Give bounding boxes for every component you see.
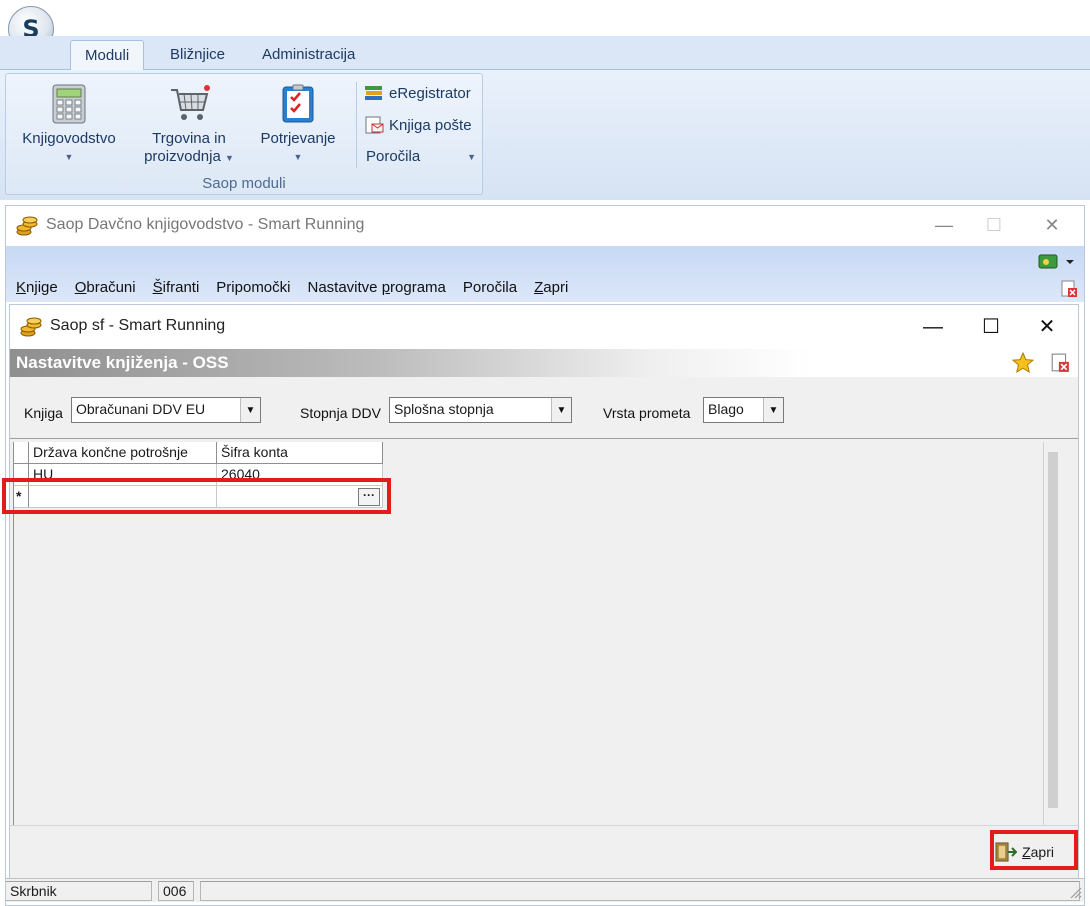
ribbon-group-label: Saop moduli [202,175,286,192]
trgovina-label: Trgovina in proizvodnja [144,130,226,165]
stopnja-ddv-value: Splošna stopnja [394,401,494,417]
potrjevanje-button[interactable]: Potrjevanje ▼ [256,84,340,166]
highlight-new-row [2,478,391,514]
coins-app-icon [20,317,42,337]
menu-obracuni[interactable]: Obračuni [75,279,136,296]
status-code: 006 [158,881,194,901]
chevron-down-icon: ▼ [224,153,234,163]
status-bar: Skrbnik 006 [6,878,1084,902]
tab-moduli[interactable]: Moduli [70,40,145,71]
shopping-cart-icon [171,85,210,120]
menu-knjige[interactable]: Knjige [16,279,58,296]
chevron-down-icon: ▼ [293,152,303,162]
maximize-icon[interactable]: ☐ [976,313,1006,343]
menu-zapri-text: apri [543,279,569,296]
ribbon-group-saop-moduli: Knjigovodstvo ▼ Trgovina in proizvodnja … [5,73,483,195]
vrsta-prometa-label: Vrsta prometa [603,405,691,421]
chevron-down-icon[interactable]: ▼ [763,398,783,422]
menu-zapri[interactable]: Zapri [534,279,568,296]
menu-nastavitve-programa[interactable]: Nastavitve programa [307,279,445,296]
menu-knjige-accel: K [16,279,27,296]
menu-porocila[interactable]: Poročila [463,279,517,296]
bottom-button-bar: Zapri [10,825,1078,885]
menu-sifranti-accel: Š [152,279,163,296]
potrjevanje-label: Potrjevanje [260,130,336,147]
main-menu-bar: Knjige Obračuni Šifranti Pripomočki Nast… [16,279,585,296]
outer-window: Saop Davčno knjigovodstvo - Smart Runnin… [5,205,1085,906]
coins-app-icon [16,216,38,236]
status-user: Skrbnik [6,881,152,901]
column-header-sifra-konta[interactable]: Šifra konta [217,442,383,464]
maximize-icon[interactable]: ☐ [980,212,1008,240]
ribbon-separator [356,82,357,168]
stopnja-ddv-select[interactable]: Splošna stopnja ▼ [389,397,572,423]
menu-pripomocki-text: Pripomočki [216,279,291,296]
menu-porocila-text: Poročila [462,279,518,296]
knjiga-label: Knjiga [24,405,63,421]
close-document-icon[interactable] [1060,280,1078,298]
inner-window-title: Saop sf - Smart Running [50,317,226,334]
tab-administracija[interactable]: Administracija [248,40,369,71]
vertical-scrollbar[interactable] [1043,442,1061,825]
knjiga-select[interactable]: Obračunani DDV EU ▼ [71,397,261,423]
vrsta-prometa-value: Blago [708,401,744,417]
menu-obracuni-accel: O [74,279,87,296]
inner-window: Saop sf - Smart Running — ☐ ✕ Nastavitve… [9,304,1079,885]
menu-sifranti-text: ifranti [162,279,200,296]
outer-window-title: Saop Davčno knjigovodstvo - Smart Runnin… [46,216,365,233]
form-title: Nastavitve knjiženja - OSS [16,353,229,372]
menu-sifranti[interactable]: Šifranti [153,279,200,296]
filter-row: Knjiga Obračunani DDV EU ▼ Stopnja DDV S… [10,377,1078,439]
scrollbar-thumb[interactable] [1048,452,1058,808]
knjiga-poste-button[interactable]: Knjiga pošte [364,116,472,134]
eregistrator-button[interactable]: eRegistrator [364,84,471,102]
outer-titlebar: Saop Davčno knjigovodstvo - Smart Runnin… [6,206,1084,246]
inner-titlebar: Saop sf - Smart Running — ☐ ✕ [10,305,1078,349]
trgovina-button[interactable]: Trgovina in proizvodnja ▼ [132,84,246,167]
chevron-down-icon[interactable]: ▼ [240,398,260,422]
chevron-down-icon: ▼ [467,151,476,162]
highlight-zapri-button [990,830,1078,870]
tab-bliznjice[interactable]: Bližnjice [156,40,239,71]
ribbon-body: Knjigovodstvo ▼ Trgovina in proizvodnja … [0,70,1090,200]
mail-book-icon [365,116,384,134]
outer-menu-band: Knjige Obračuni Šifranti Pripomočki Nast… [6,246,1084,302]
menu-nastavitve-text2: rograma [390,279,446,296]
knjigovodstvo-button[interactable]: Knjigovodstvo ▼ [14,84,124,166]
menu-zapri-accel: Z [534,279,544,296]
books-icon [365,86,382,100]
app-ribbon-area: S Moduli Bližnjice Administracija Knjigo… [0,0,1090,200]
column-header-drzava[interactable]: Država končne potrošnje [29,442,217,464]
close-icon[interactable]: ✕ [1038,212,1066,240]
knjigovodstvo-label: Knjigovodstvo [22,130,116,147]
minimize-icon[interactable]: — [930,212,958,240]
calculator-icon [52,84,86,124]
menu-knjige-text: njige [26,279,58,296]
porocila-label: Poročila [366,148,421,165]
minimize-icon[interactable]: — [918,313,948,343]
porocila-dropdown[interactable]: Poročila ▼ [364,148,476,165]
star-icon[interactable] [1012,352,1034,374]
close-icon[interactable]: ✕ [1032,313,1062,343]
menu-obracuni-text: bračuni [86,279,136,296]
chevron-down-icon: ▼ [64,152,74,162]
status-message [200,881,1080,901]
stopnja-ddv-label: Stopnja DDV [300,405,381,421]
chevron-down-icon[interactable]: ▼ [551,398,571,422]
checklist-icon [282,84,314,123]
book-dropdown-icon[interactable] [1036,252,1076,272]
ribbon-tabstrip: Moduli Bližnjice Administracija [0,36,1090,71]
eregistrator-label: eRegistrator [389,84,471,102]
close-document-icon[interactable] [1050,353,1070,373]
menu-nastavitve-accel: p [381,279,391,296]
menu-pripomocki[interactable]: Pripomočki [216,279,290,296]
form-header: Nastavitve knjiženja - OSS [10,349,1078,377]
grid-header: Država končne potrošnje Šifra konta [14,442,383,464]
knjiga-poste-label: Knjiga pošte [389,116,472,134]
row-selector-header [14,442,29,464]
vrsta-prometa-select[interactable]: Blago ▼ [703,397,784,423]
knjiga-value: Obračunani DDV EU [76,401,206,417]
menu-nastavitve-text: Nastavitve [307,279,382,296]
resize-grip-icon[interactable] [1068,885,1082,899]
